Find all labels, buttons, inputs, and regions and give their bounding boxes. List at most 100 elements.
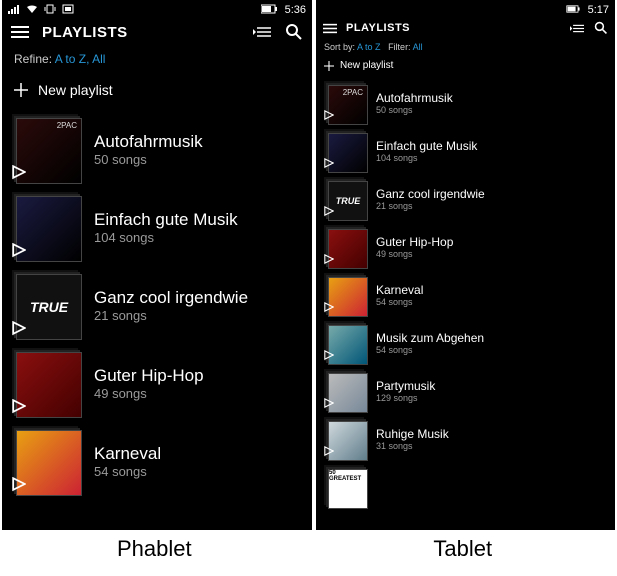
- playlist-title: Autofahrmusik: [94, 132, 203, 152]
- clock: 5:36: [285, 4, 306, 16]
- playlist-item[interactable]: Guter Hip-Hop49 songs: [316, 223, 615, 271]
- filter-label: Filter:: [388, 42, 411, 52]
- hamburger-icon[interactable]: [10, 22, 30, 42]
- playlist-sub: 50 songs: [376, 105, 453, 115]
- playlist-title: Einfach gute Musik: [376, 139, 477, 153]
- sortby-label: Sort by:: [324, 42, 355, 52]
- wifi-icon: [26, 4, 38, 17]
- page-title: PLAYLISTS: [42, 24, 128, 41]
- playlist-title: Partymusik: [376, 379, 435, 393]
- play-icon[interactable]: [12, 321, 26, 340]
- playlist-title: Autofahrmusik: [376, 91, 453, 105]
- play-icon[interactable]: [12, 399, 26, 418]
- refine-row: Sort by: A to Z Filter: All: [316, 40, 615, 56]
- header: PLAYLISTS: [2, 18, 312, 48]
- playlist-sub: 54 songs: [94, 464, 161, 479]
- play-icon[interactable]: [12, 243, 26, 262]
- playlist-item[interactable]: Musik zum Abgehen54 songs: [316, 319, 615, 367]
- refine-filter[interactable]: All: [413, 42, 423, 52]
- phablet-screen: 5:36 PLAYLISTS Refine: A to Z, All New p…: [2, 0, 312, 530]
- refine-sort[interactable]: A to Z: [357, 42, 381, 52]
- hamburger-icon[interactable]: [322, 20, 338, 36]
- play-icon[interactable]: [12, 165, 26, 184]
- playlist-title: Ganz cool irgendwie: [376, 187, 485, 201]
- page-title: PLAYLISTS: [346, 22, 410, 34]
- playlist-title: Ruhige Musik: [376, 427, 449, 441]
- album-cover: [328, 373, 368, 413]
- clock: 5:17: [588, 4, 609, 16]
- battery-icon: [566, 4, 582, 16]
- playlist-sub: 104 songs: [376, 153, 477, 163]
- playlist-sub: 50 songs: [94, 152, 203, 167]
- playlist-item[interactable]: Autofahrmusik50 songs: [316, 79, 615, 127]
- playlist-sub: 49 songs: [94, 386, 204, 401]
- playlist-sub: 49 songs: [376, 249, 453, 259]
- refine-filter[interactable]: All: [92, 52, 105, 66]
- playlist-item[interactable]: TRUE Ganz cool irgendwie21 songs: [316, 175, 615, 223]
- playlist-sub: 129 songs: [376, 393, 435, 403]
- album-cover: [328, 133, 368, 173]
- play-icon[interactable]: [324, 155, 334, 173]
- playlist-item[interactable]: Autofahrmusik50 songs: [2, 110, 312, 188]
- new-playlist-label: New playlist: [38, 82, 113, 98]
- comparison-labels: Phablet Tablet: [0, 536, 617, 562]
- plus-icon: [14, 83, 28, 97]
- battery-icon: [261, 4, 279, 17]
- header: PLAYLISTS: [316, 18, 615, 40]
- playlist-title: Karneval: [376, 283, 423, 297]
- play-icon[interactable]: [324, 251, 334, 269]
- playlist-title: Einfach gute Musik: [94, 210, 238, 230]
- album-cover: [328, 229, 368, 269]
- playlist-item[interactable]: 50 GREATEST: [316, 463, 615, 511]
- album-cover: [328, 421, 368, 461]
- play-icon[interactable]: [12, 477, 26, 496]
- play-icon[interactable]: [324, 107, 334, 125]
- playlist-item[interactable]: Einfach gute Musik104 songs: [2, 188, 312, 266]
- refine-label: Refine:: [14, 52, 52, 66]
- new-playlist-button[interactable]: New playlist: [316, 56, 615, 79]
- extra-icon: [62, 4, 74, 17]
- new-playlist-label: New playlist: [340, 60, 393, 71]
- nowplaying-icon[interactable]: [252, 22, 272, 42]
- status-bar: 5:17: [316, 0, 615, 18]
- new-playlist-button[interactable]: New playlist: [2, 76, 312, 110]
- playlist-item[interactable]: Karneval54 songs: [316, 271, 615, 319]
- refine-sort[interactable]: A to Z: [55, 52, 86, 66]
- play-icon[interactable]: [324, 443, 334, 461]
- playlist-item[interactable]: Partymusik129 songs: [316, 367, 615, 415]
- album-cover: [328, 277, 368, 317]
- playlist-sub: 54 songs: [376, 345, 484, 355]
- album-cover: [328, 85, 368, 125]
- refine-row: Refine: A to Z, All: [2, 48, 312, 76]
- playlist-sub: 104 songs: [94, 230, 238, 245]
- vibrate-icon: [44, 4, 56, 17]
- playlist-item[interactable]: TRUE Ganz cool irgendwie21 songs: [2, 266, 312, 344]
- search-icon[interactable]: [284, 22, 304, 42]
- play-icon[interactable]: [324, 299, 334, 317]
- playlist-title: Musik zum Abgehen: [376, 331, 484, 345]
- playlist-sub: 31 songs: [376, 441, 449, 451]
- search-icon[interactable]: [593, 20, 609, 36]
- signal-icon: [8, 4, 20, 17]
- playlist-title: Ganz cool irgendwie: [94, 288, 248, 308]
- album-cover: TRUE: [328, 181, 368, 221]
- nowplaying-icon[interactable]: [569, 20, 585, 36]
- plus-icon: [324, 61, 334, 71]
- playlist-sub: 54 songs: [376, 297, 423, 307]
- status-bar: 5:36: [2, 0, 312, 18]
- playlist-sub: 21 songs: [376, 201, 485, 211]
- playlist-title: Guter Hip-Hop: [94, 366, 204, 386]
- playlist-sub: 21 songs: [94, 308, 248, 323]
- playlist-item[interactable]: Ruhige Musik31 songs: [316, 415, 615, 463]
- playlist-item[interactable]: Karneval54 songs: [2, 422, 312, 500]
- tablet-screen: 5:17 PLAYLISTS Sort by: A to Z Filter: A…: [316, 0, 615, 530]
- playlist-title: Guter Hip-Hop: [376, 235, 453, 249]
- label-tablet: Tablet: [309, 536, 617, 562]
- play-icon[interactable]: [324, 347, 334, 365]
- play-icon[interactable]: [324, 395, 334, 413]
- label-phablet: Phablet: [0, 536, 309, 562]
- playlist-item[interactable]: Guter Hip-Hop49 songs: [2, 344, 312, 422]
- play-icon[interactable]: [324, 203, 334, 221]
- playlist-item[interactable]: Einfach gute Musik104 songs: [316, 127, 615, 175]
- album-cover: [328, 325, 368, 365]
